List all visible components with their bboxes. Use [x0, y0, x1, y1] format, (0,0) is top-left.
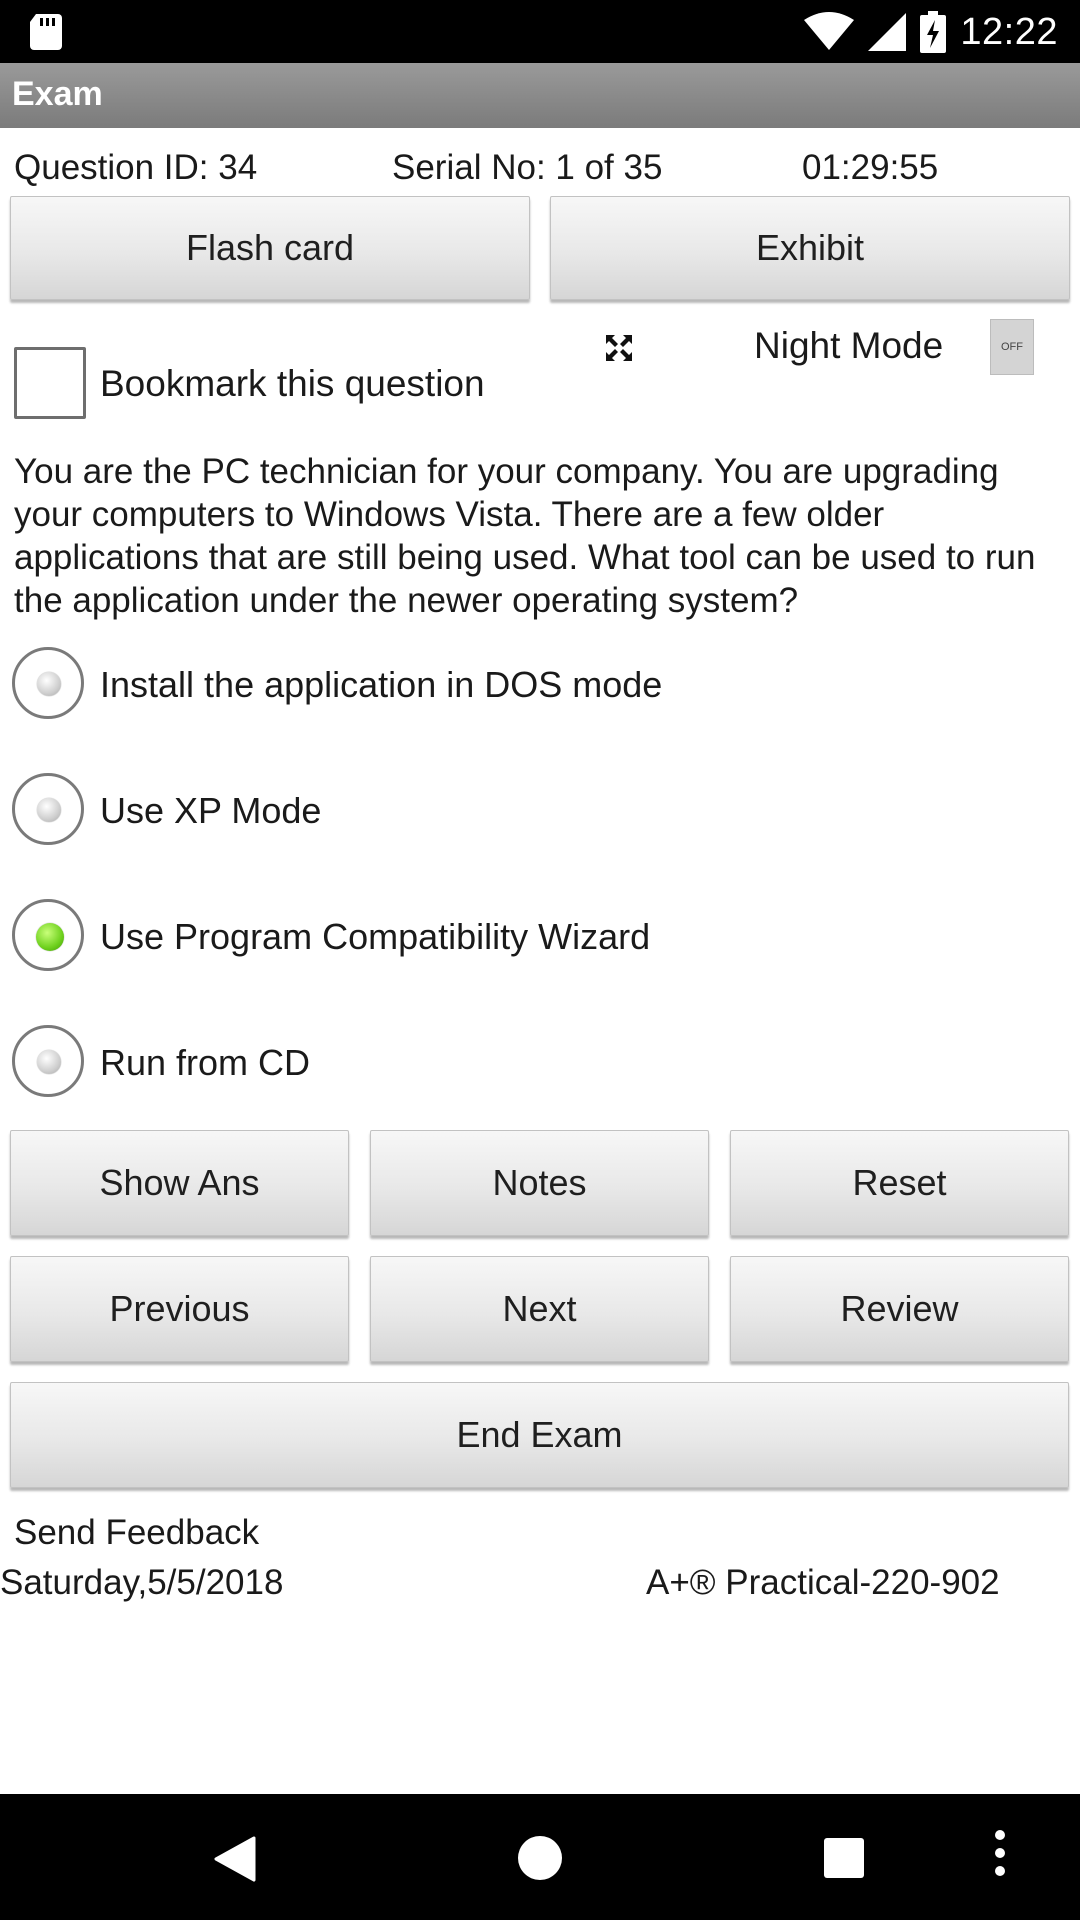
sd-card-icon: [30, 14, 62, 50]
wifi-icon: [804, 12, 855, 50]
end-exam-button[interactable]: End Exam: [10, 1382, 1069, 1488]
radio-button[interactable]: [12, 773, 84, 845]
exam-screen: Question ID: 34 Serial No: 1 of 35 01:29…: [0, 128, 1080, 1794]
send-feedback-link[interactable]: Send Feedback: [14, 1513, 259, 1553]
exhibit-button[interactable]: Exhibit: [550, 196, 1070, 300]
certification-name: A+® Practical-220-902: [646, 1563, 1000, 1602]
night-mode-toggle[interactable]: OFF: [990, 319, 1034, 375]
previous-button[interactable]: Previous: [10, 1256, 349, 1362]
recents-icon[interactable]: [824, 1838, 864, 1878]
notes-button[interactable]: Notes: [370, 1130, 709, 1236]
serial-number: Serial No: 1 of 35: [392, 148, 663, 187]
flash-card-button[interactable]: Flash card: [10, 196, 530, 300]
back-icon[interactable]: [214, 1836, 256, 1882]
show-answer-button[interactable]: Show Ans: [10, 1130, 349, 1236]
question-id: Question ID: 34: [14, 148, 258, 187]
option-label[interactable]: Run from CD: [100, 1042, 310, 1084]
radio-button[interactable]: [12, 647, 84, 719]
exam-date: Saturday,5/5/2018: [0, 1563, 284, 1602]
navigation-bar: [0, 1794, 1080, 1920]
bookmark-checkbox[interactable]: [14, 347, 86, 419]
app-title: Exam: [12, 75, 103, 113]
radio-button[interactable]: [12, 1025, 84, 1097]
status-bar: 12:22: [0, 0, 1080, 63]
more-options-icon[interactable]: [995, 1830, 1007, 1884]
review-button[interactable]: Review: [730, 1256, 1069, 1362]
option-label[interactable]: Install the application in DOS mode: [100, 664, 662, 706]
radio-button-selected[interactable]: [12, 899, 84, 971]
status-time: 12:22: [960, 10, 1058, 53]
exam-timer: 01:29:55: [802, 148, 939, 187]
app-bar: Exam: [0, 63, 1080, 128]
reset-button[interactable]: Reset: [730, 1130, 1069, 1236]
cell-signal-icon: [868, 13, 907, 51]
home-icon[interactable]: [518, 1836, 562, 1880]
fullscreen-expand-icon[interactable]: [604, 333, 634, 363]
battery-charging-icon: [920, 11, 947, 53]
option-label[interactable]: Use Program Compatibility Wizard: [100, 916, 650, 958]
question-text: You are the PC technician for your compa…: [14, 452, 1036, 620]
option-label[interactable]: Use XP Mode: [100, 790, 321, 832]
bookmark-label[interactable]: Bookmark this question: [100, 363, 485, 405]
next-button[interactable]: Next: [370, 1256, 709, 1362]
night-mode-label: Night Mode: [754, 325, 944, 366]
